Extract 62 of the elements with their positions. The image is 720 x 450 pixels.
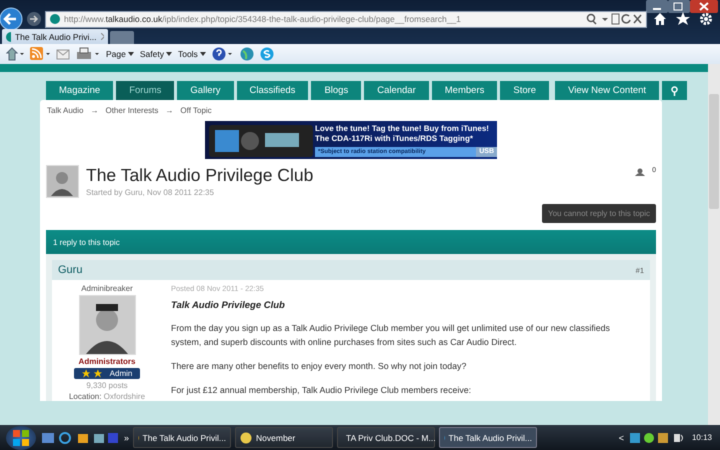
print-icon[interactable] xyxy=(76,47,100,61)
scrollbar[interactable] xyxy=(708,64,720,425)
start-button[interactable] xyxy=(6,426,36,450)
quick-launch-icon[interactable] xyxy=(40,430,120,444)
command-menu[interactable]: Tools xyxy=(178,49,206,59)
user-title: Adminibreaker xyxy=(81,284,133,293)
post-count: 9,330 posts xyxy=(86,381,128,390)
url-text: http://www.talkaudio.co.uk/ipb/index.php/topic/354348-the-talk-audio-privilege-club/page__fromsearch__1 xyxy=(64,14,462,24)
nav-tab[interactable]: Store xyxy=(500,81,550,100)
breadcrumb-separator: → xyxy=(90,106,98,115)
command-menu[interactable]: Page xyxy=(106,49,134,59)
address-field[interactable]: http://www.talkaudio.co.uk/ipb/index.php/topic/354348-the-talk-audio-privilege-club/page__fromsearch__1 xyxy=(45,10,647,28)
nav-tab[interactable]: Magazine xyxy=(46,81,114,100)
caret-icon xyxy=(166,52,172,56)
caret-icon xyxy=(200,52,206,56)
help-icon[interactable] xyxy=(212,47,234,61)
mail-icon[interactable] xyxy=(56,48,70,60)
nav-tab[interactable]: Classifieds xyxy=(236,81,308,100)
advert-headline: Love the tune! Tag the tune! Buy from iTunes! xyxy=(315,124,490,134)
caret-icon xyxy=(128,52,134,56)
skype-icon[interactable] xyxy=(260,47,274,61)
breadcrumb-link[interactable]: Other Interests xyxy=(105,106,158,115)
followers-icon xyxy=(635,168,646,176)
map-pin-icon xyxy=(671,86,678,96)
rank-badge: Admin xyxy=(74,368,140,379)
breadcrumb-separator: → xyxy=(165,106,174,115)
topic-title: The Talk Audio Privilege Club xyxy=(86,165,314,185)
tray-arrow[interactable]: < xyxy=(618,432,624,442)
taskbar-item[interactable]: TA Priv Club.DOC - M... xyxy=(337,427,436,448)
reply-count: 1 reply to this topic xyxy=(53,238,120,246)
clock: 10:13 xyxy=(692,433,712,442)
nav-tab[interactable]: Gallery xyxy=(177,81,234,100)
taskbar-overflow[interactable]: » xyxy=(124,432,130,442)
user-location: Location: Oxfordshire xyxy=(68,392,146,401)
breadcrumb-link[interactable]: Talk Audio xyxy=(47,106,84,115)
nav-tab[interactable]: Calendar xyxy=(364,81,429,100)
back-arrow-icon[interactable] xyxy=(0,7,23,31)
rank-pips-icon xyxy=(82,369,102,378)
nav-tab[interactable]: Members xyxy=(432,81,498,100)
post-heading: Talk Audio Privilege Club xyxy=(171,300,286,311)
advert-subline: The CDA-117Ri with iTunes/RDS Tagging* xyxy=(315,134,474,144)
post-paragraph: From the day you sign up as a Talk Audio Privilege Club member you will get unlimited use of our new classifieds system, and superb discounts with online purchases from sites such as Car Audio Direct. xyxy=(171,322,611,349)
view-new-content-button[interactable]: View New Content xyxy=(555,81,660,100)
post-paragraph: There are many other benefits to enjoy every month. So why not join today? xyxy=(171,360,468,373)
nav-tab[interactable]: Forums xyxy=(116,81,174,100)
command-menu[interactable]: Safety xyxy=(140,49,172,59)
window-controls-icon[interactable] xyxy=(646,0,718,13)
taskbar-item[interactable]: November xyxy=(235,427,334,448)
user-group: Administrators xyxy=(78,357,136,366)
globe-icon[interactable] xyxy=(240,47,254,61)
breadcrumb-link[interactable]: Off Topic xyxy=(180,106,212,115)
avatar-placeholder xyxy=(46,165,79,198)
post-paragraph: For just £12 annual membership, Talk Audio Privilege Club members receive: xyxy=(171,384,472,397)
topic-meta: Started by Guru, Nov 08 2011 22:35 xyxy=(86,188,215,197)
post-author[interactable]: Guru xyxy=(58,264,82,276)
taskbar-item[interactable]: The Talk Audio Privil... xyxy=(133,427,232,448)
avatar-placeholder xyxy=(78,295,136,355)
nav-tab[interactable]: Blogs xyxy=(311,81,362,100)
taskbar-item[interactable]: The Talk Audio Privil... xyxy=(439,427,538,448)
browser-tab[interactable]: The Talk Audio Privi... xyxy=(2,29,108,44)
start-icon xyxy=(11,428,31,448)
map-pin-button[interactable] xyxy=(662,81,688,100)
